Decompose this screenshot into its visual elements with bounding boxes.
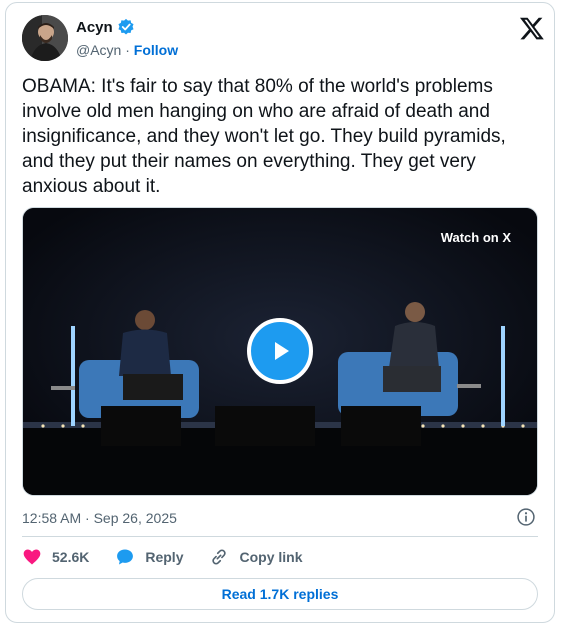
timestamp[interactable]: 12:58 AM · Sep 26, 2025: [22, 510, 177, 526]
watch-on-x-label[interactable]: Watch on X: [441, 230, 511, 245]
action-bar: 52.6K Reply Copy link: [22, 547, 303, 567]
avatar[interactable]: [22, 15, 68, 61]
play-icon: [275, 342, 289, 360]
verified-badge-icon: [118, 18, 134, 35]
display-name[interactable]: Acyn: [76, 19, 113, 36]
like-count: 52.6K: [52, 549, 90, 565]
link-icon: [212, 549, 227, 565]
handle-row: @Acyn · Follow: [76, 42, 178, 58]
info-icon[interactable]: [516, 507, 536, 527]
follow-button[interactable]: Follow: [134, 42, 178, 58]
copy-link-label: Copy link: [239, 549, 303, 565]
read-replies-button[interactable]: Read 1.7K replies: [22, 578, 538, 610]
reply-label: Reply: [145, 549, 184, 565]
author-name-row: Acyn: [76, 18, 135, 36]
video-media[interactable]: Watch on X: [22, 207, 538, 496]
x-logo-icon[interactable]: [519, 15, 545, 41]
heart-icon: [23, 549, 41, 565]
tweet-text: OBAMA: It's fair to say that 80% of the …: [22, 76, 506, 197]
copy-link-button[interactable]: Copy link: [209, 547, 303, 567]
handle[interactable]: @Acyn: [76, 42, 121, 58]
handle-separator: ·: [121, 42, 134, 58]
play-button[interactable]: [247, 318, 313, 384]
divider: [22, 536, 538, 537]
reply-bubble-icon: [117, 549, 134, 565]
reply-button[interactable]: Reply: [115, 547, 183, 567]
like-button[interactable]: 52.6K: [22, 547, 89, 567]
